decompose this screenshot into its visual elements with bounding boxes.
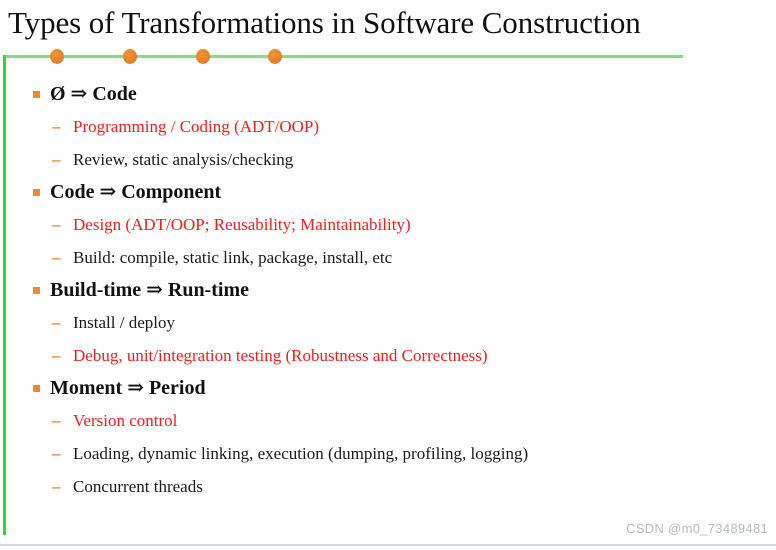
bullet-sub-item-label: Loading, dynamic linking, execution (dum… [73,444,529,463]
square-bullet-icon [33,189,40,196]
bullet-heading: Code ⇒ Component [0,176,776,208]
decoration-dot-icon [123,49,137,64]
dash-bullet-icon: – [52,248,61,267]
decoration-dot-icon [268,49,282,64]
bullet-sub-item: – Design (ADT/OOP; Reusability; Maintaina… [0,208,776,241]
bullet-heading: Ø ⇒ Code [0,78,776,110]
bullet-sub-item: – Review, static analysis/checking [0,143,776,176]
dash-bullet-icon: – [52,411,61,430]
square-bullet-icon [33,91,40,98]
bullet-heading-label: Code ⇒ Component [50,181,222,203]
bullet-sub-item-label: Review, static analysis/checking [73,150,294,169]
bullet-sub-item: – Loading, dynamic linking, execution (du… [0,437,776,470]
dash-bullet-icon: – [52,477,61,496]
dash-bullet-icon: – [52,346,61,365]
square-bullet-icon [33,287,40,294]
bullet-heading-label: Moment ⇒ Period [50,377,206,399]
bullet-group: Build-time ⇒ Run-time – Install / deploy – D… [0,274,776,372]
watermark-label: CSDN @m0_73489481 [626,521,768,536]
bullet-sub-item: – Version control [0,404,776,437]
dash-bullet-icon: – [52,150,61,169]
title-decoration [0,46,776,535]
bullet-sub-item: – Programming / Coding (ADT/OOP) [0,110,776,143]
bullet-sub-item: – Build: compile, static link, package, i… [0,241,776,274]
bullet-sub-item-label: Concurrent threads [73,477,203,496]
dash-bullet-icon: – [52,117,61,136]
bullet-sub-item: – Concurrent threads [0,470,776,503]
bullet-sub-item-label: Programming / Coding (ADT/OOP) [73,117,320,136]
bullet-heading-label: Ø ⇒ Code [50,83,137,105]
decoration-horizontal-line [3,55,683,58]
decoration-dot-icon [196,49,210,64]
footer-divider [0,544,776,546]
bullet-sub-item-label: Version control [73,411,178,430]
bullet-heading: Moment ⇒ Period [0,372,776,404]
dash-bullet-icon: – [52,215,61,234]
bullet-heading: Build-time ⇒ Run-time [0,274,776,306]
slide-title: Types of Transformations in Software Con… [8,5,641,40]
bullet-group: Ø ⇒ Code – Programming / Coding (ADT/OOP) –… [0,78,776,176]
bullet-sub-item-label: Build: compile, static link, package, in… [73,248,393,267]
slide-content: Ø ⇒ Code – Programming / Coding (ADT/OOP) –… [0,78,776,503]
slide-canvas: Types of Transformations in Software Con… [0,0,776,550]
bullet-sub-item-label: Debug, unit/integration testing (Robustn… [73,346,488,365]
bullet-group: Code ⇒ Component – Design (ADT/OOP; Reusab… [0,176,776,274]
bullet-sub-item-label: Install / deploy [73,313,175,332]
bullet-sub-item-label: Design (ADT/OOP; Reusability; Maintainab… [73,215,411,234]
bullet-group: Moment ⇒ Period – Version control – Loading,… [0,372,776,503]
dash-bullet-icon: – [52,313,61,332]
bullet-heading-label: Build-time ⇒ Run-time [50,279,249,301]
bullet-sub-item: – Install / deploy [0,306,776,339]
decoration-dot-icon [50,49,64,64]
dash-bullet-icon: – [52,444,61,463]
square-bullet-icon [33,385,40,392]
bullet-sub-item: – Debug, unit/integration testing (Robust… [0,339,776,372]
